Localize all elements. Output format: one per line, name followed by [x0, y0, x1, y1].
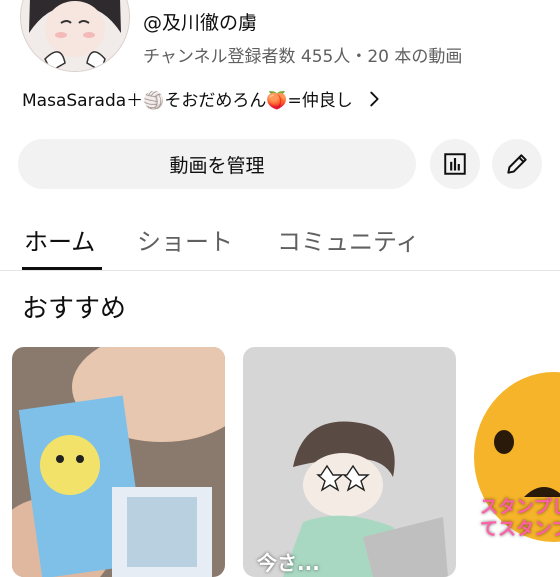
channel-handle: @及川徹の虜	[143, 12, 258, 34]
channel-description: MasaSarada＋🏐そおだめろん🍑=仲良し	[22, 91, 353, 111]
tab-home[interactable]: ホーム	[24, 222, 95, 257]
short-card[interactable]	[12, 347, 225, 577]
channel-stats: チャンネル登録者数 455人・20 本の動画	[143, 47, 463, 67]
manage-videos-button[interactable]: 動画を管理	[18, 139, 416, 189]
short-card[interactable]: スタンプしてスタンプ	[474, 347, 560, 577]
short-thumbnail	[12, 347, 225, 577]
section-title: おすすめ	[22, 294, 127, 324]
active-tab-indicator	[22, 267, 102, 270]
analytics-button[interactable]	[430, 139, 480, 189]
tab-shorts[interactable]: ショート	[137, 222, 233, 257]
avatar-image	[21, 0, 129, 71]
short-thumbnail	[243, 347, 456, 577]
bar-chart-icon	[444, 153, 466, 175]
short-caption: 今さ...	[257, 551, 320, 575]
channel-avatar[interactable]	[20, 0, 130, 72]
tab-community[interactable]: コミュニティ	[277, 222, 420, 257]
channel-description-link[interactable]: MasaSarada＋🏐そおだめろん🍑=仲良し	[22, 86, 385, 111]
chevron-right-icon	[370, 91, 379, 106]
short-caption: スタンプしてスタンプ	[480, 497, 560, 540]
channel-tabs: ホーム ショート コミュニティ	[0, 210, 560, 271]
edit-channel-button[interactable]	[492, 139, 542, 189]
pencil-icon	[507, 154, 527, 174]
short-card[interactable]: 今さ...	[243, 347, 456, 577]
short-thumbnail	[474, 347, 560, 577]
